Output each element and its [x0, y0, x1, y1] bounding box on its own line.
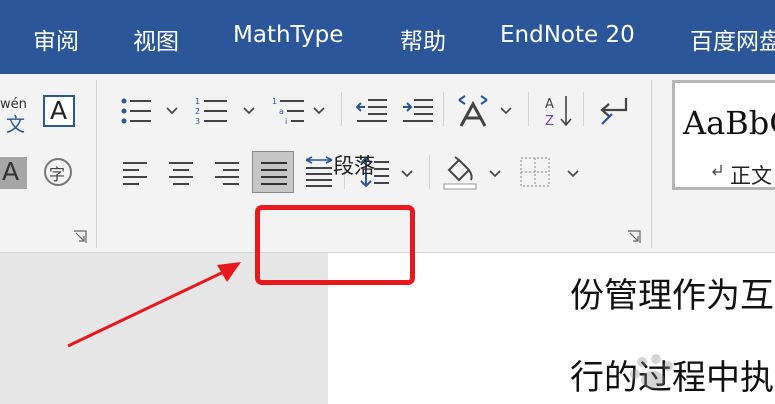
group-separator — [96, 80, 97, 248]
tab-review[interactable]: 审阅 — [33, 22, 79, 56]
multilevel-list-icon[interactable]: 1 a i — [272, 96, 306, 126]
group-separator — [341, 92, 342, 126]
svg-text:1: 1 — [195, 97, 200, 106]
chevron-down-icon[interactable] — [489, 170, 501, 178]
distributed-icon[interactable] — [303, 156, 335, 188]
svg-text:a: a — [279, 107, 284, 116]
shading-icon[interactable] — [443, 154, 477, 190]
chevron-down-icon[interactable] — [500, 107, 512, 115]
chevron-down-icon[interactable] — [567, 170, 579, 178]
numbering-icon[interactable]: 1 2 3 — [195, 96, 229, 126]
justify-button[interactable] — [252, 151, 294, 193]
tab-baidu-netdisk[interactable]: 百度网盘 — [690, 22, 775, 56]
group-separator — [651, 80, 652, 248]
document-text-line: 份管理作为互 — [570, 276, 774, 316]
watermark-logo-icon — [630, 354, 673, 389]
chevron-down-icon[interactable] — [166, 107, 178, 115]
show-hide-marks-icon[interactable] — [598, 96, 630, 126]
style-name-label: 正文 — [730, 164, 772, 188]
font-dialog-launcher-icon[interactable] — [73, 230, 87, 244]
sort-letter: Z — [545, 114, 554, 128]
sort-icon[interactable]: A Z — [544, 94, 574, 128]
svg-text:3: 3 — [195, 117, 200, 126]
character-border-icon: A — [50, 96, 68, 125]
tab-view[interactable]: 视图 — [133, 22, 179, 56]
chevron-down-icon[interactable] — [243, 107, 255, 115]
bullets-icon[interactable] — [121, 97, 153, 125]
group-separator — [528, 92, 529, 126]
align-left-icon[interactable] — [122, 161, 150, 185]
increase-indent-icon[interactable] — [402, 98, 434, 124]
annotation-highlight-box — [255, 205, 415, 285]
paragraph-return-icon — [712, 165, 722, 176]
character-border-button[interactable]: A — [43, 95, 75, 127]
tab-help[interactable]: 帮助 — [400, 22, 446, 56]
enclose-characters-button[interactable]: 字 — [44, 158, 72, 186]
group-separator — [583, 92, 584, 126]
decrease-indent-icon[interactable] — [356, 98, 388, 124]
style-preview-text: AaBbC — [683, 104, 775, 142]
svg-text:2: 2 — [195, 107, 200, 116]
chevron-down-icon[interactable] — [401, 170, 413, 178]
tab-endnote[interactable]: EndNote 20 — [500, 22, 635, 48]
annotation-arrow-icon — [67, 262, 241, 348]
tab-mathtype[interactable]: MathType — [233, 22, 343, 48]
svg-text:i: i — [285, 117, 287, 126]
paragraph-group-label: 段落 — [333, 154, 375, 178]
character-shading-button[interactable]: A — [0, 157, 27, 189]
paragraph-dialog-launcher-icon[interactable] — [627, 230, 641, 244]
group-separator — [443, 92, 444, 126]
svg-text:1: 1 — [272, 97, 277, 106]
group-separator — [429, 155, 430, 189]
phonetic-guide-icon[interactable]: 文 — [6, 110, 25, 137]
chevron-down-icon[interactable] — [313, 107, 325, 115]
sort-letter: A — [545, 97, 554, 112]
justify-icon — [261, 162, 287, 185]
borders-icon[interactable] — [520, 157, 550, 187]
ribbon-tab-bar: 审阅 视图 MathType 帮助 EndNote 20 百度网盘 — [0, 0, 775, 74]
align-right-icon[interactable] — [212, 161, 240, 185]
character-shading-icon: A — [2, 157, 20, 186]
align-center-icon[interactable] — [167, 161, 195, 185]
enclose-characters-icon: 字 — [49, 165, 66, 184]
chinese-layout-icon[interactable] — [455, 94, 491, 128]
